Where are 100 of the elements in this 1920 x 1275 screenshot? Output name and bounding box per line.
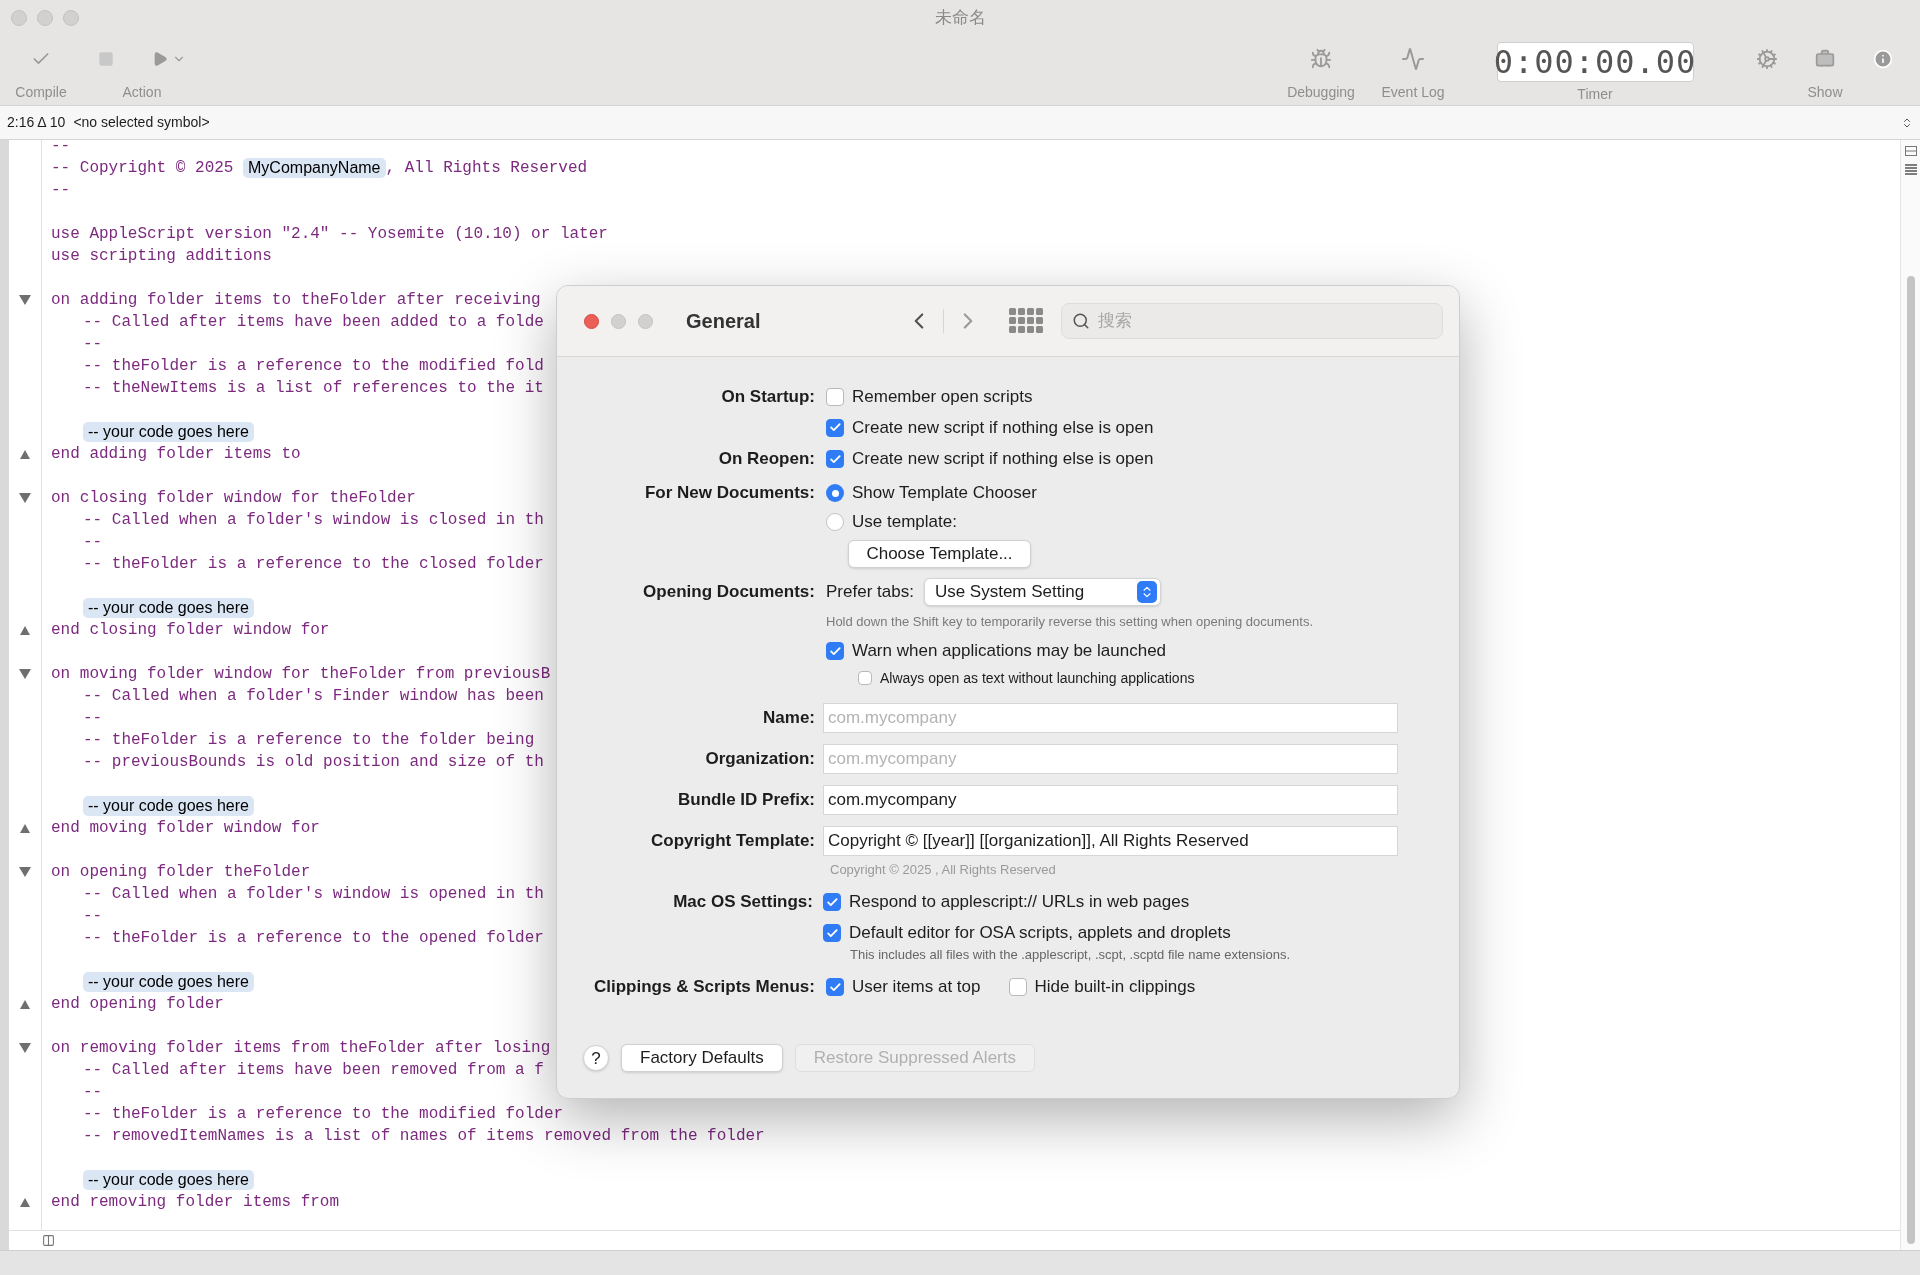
code-text: -- Called when a folder's window is opened in th [83, 884, 544, 905]
code-text: on removing folder items from theFolder after losing [51, 1038, 551, 1059]
code-text: end closing folder window for [51, 620, 330, 641]
code-text: on adding folder items to theFolder after receiving [51, 290, 541, 311]
copyright-preview: Copyright © 2025 , All Rights Reserved [830, 861, 1056, 880]
code-text: on opening folder theFolder [51, 862, 311, 883]
hint-text: Hold down the Shift key to temporarily reverse this setting when opening documents. [826, 613, 1314, 632]
gears-icon[interactable] [1756, 48, 1778, 70]
checkbox[interactable] [858, 671, 872, 685]
checkmark-icon [828, 452, 842, 466]
setting-label: Mac OS Settings: [673, 891, 813, 914]
fold-triangle-icon[interactable] [20, 999, 30, 1009]
bug-icon[interactable] [1310, 48, 1332, 70]
cursor-position: 2:16 Δ 10 [7, 113, 66, 132]
scrollbar-thumb[interactable] [1906, 276, 1915, 1244]
placeholder-token[interactable]: -- your code goes here [83, 972, 254, 992]
code-text: use scripting additions [51, 246, 272, 267]
code-text: -- theFolder is a reference to the modified fold [83, 356, 544, 377]
checkbox-label: Create new script if nothing else is open [852, 416, 1154, 439]
checkbox-label: Remember open scripts [852, 385, 1033, 408]
toolbar-label: Action [122, 83, 162, 102]
search-input[interactable]: 搜索 [1098, 308, 1432, 334]
fold-triangle-icon[interactable] [19, 669, 31, 679]
list-icon[interactable] [1904, 164, 1917, 176]
text-field[interactable]: com.mycompany [823, 702, 1398, 733]
fold-triangle-icon[interactable] [19, 1043, 31, 1053]
placeholder-token[interactable]: -- your code goes here [83, 598, 254, 618]
placeholder-token[interactable]: -- your code goes here [83, 1170, 254, 1190]
toolbar-label: Debugging [1287, 83, 1355, 102]
text-field[interactable]: com.mycompany [823, 743, 1398, 774]
window-title: 未命名 [934, 7, 986, 30]
code-text: -- theFolder is a reference to the opened folder [83, 928, 544, 949]
fold-triangle-icon[interactable] [20, 823, 30, 833]
toolbar-label: Timer [1577, 85, 1613, 104]
field-label: Organization: [705, 747, 815, 770]
field-label: Bundle ID Prefix: [678, 788, 815, 811]
code-text: use AppleScript version "2.4" -- Yosemite (10.10) or later [51, 224, 608, 245]
symbol-menu[interactable]: <no selected symbol> [73, 112, 210, 133]
placeholder-token[interactable]: -- your code goes here [83, 796, 254, 816]
checkbox[interactable] [826, 418, 844, 437]
checkbox[interactable] [1008, 978, 1027, 996]
grid-icon[interactable] [1009, 308, 1043, 334]
checkbox-label: Default editor for OSA scripts, applets and droplets [849, 922, 1231, 945]
checkbox[interactable] [826, 978, 844, 996]
code-text: -- previousBounds is old position and size of th [83, 752, 544, 773]
briefcase-icon[interactable] [1815, 49, 1835, 69]
code-text: end removing folder items from [51, 1192, 340, 1213]
fold-triangle-icon[interactable] [19, 493, 31, 503]
split-view-icon[interactable] [42, 1234, 55, 1247]
code-text: -- [51, 140, 71, 157]
placeholder-token[interactable]: MyCompanyName [243, 158, 386, 178]
toolbar-label: Compile [15, 83, 67, 102]
fold-triangle-icon[interactable] [20, 625, 30, 635]
note-text: This includes all files with the .applescript, .scpt, .scptd file name extensions. [850, 946, 1291, 965]
placeholder-token[interactable]: -- your code goes here [83, 422, 254, 442]
setting-label: On Reopen: [718, 448, 815, 471]
checkmark-icon [828, 644, 842, 658]
code-text: -- theFolder is a reference to the closed folder [83, 554, 544, 575]
info-icon[interactable] [1873, 49, 1893, 69]
fold-triangle-icon[interactable] [20, 449, 30, 459]
code-text: -- Called after items have been removed from a f [83, 1060, 544, 1081]
split-icon[interactable] [1904, 146, 1917, 156]
radio-label: Use template: [852, 511, 957, 534]
waveform-icon[interactable] [1401, 47, 1425, 71]
code-text: -- theNewItems is a list of references to the it [83, 378, 544, 399]
checkmark-icon [828, 421, 842, 434]
field-label: Copyright Template: [650, 829, 815, 852]
footer-button[interactable]: Factory Defaults [621, 1044, 783, 1072]
search-field[interactable]: 搜索 [1061, 303, 1443, 339]
code-text: -- Copyright © 2025 [51, 158, 235, 179]
setting-label: Opening Documents: [643, 581, 815, 604]
field-label: Name: [763, 706, 815, 729]
fold-triangle-icon[interactable] [20, 1197, 30, 1207]
checkbox[interactable] [823, 893, 841, 911]
choose-template-button[interactable]: Choose Template... [848, 540, 1031, 568]
checkbox[interactable] [826, 450, 844, 468]
checkbox[interactable] [823, 924, 841, 942]
play-icon[interactable] [152, 51, 168, 67]
close-button[interactable] [584, 313, 599, 329]
checkmark-icon [825, 926, 839, 940]
text-field[interactable]: com.mycompany [823, 784, 1398, 815]
prefer-tabs-select[interactable]: Use System Setting [923, 578, 1161, 606]
checkbox-label: User items at top [852, 976, 981, 999]
fold-triangle-icon[interactable] [19, 867, 31, 877]
checkbox-label: Warn when applications may be launched [852, 640, 1167, 663]
checkbox-label: Always open as text without launching applications [880, 668, 1195, 688]
fold-triangle-icon[interactable] [19, 295, 31, 305]
search-icon [1072, 312, 1090, 330]
help-button[interactable]: ? [583, 1045, 609, 1071]
checkbox[interactable] [826, 642, 844, 660]
checkbox[interactable] [826, 387, 844, 406]
radio-button[interactable] [826, 484, 844, 502]
code-text: -- Called when a folder's Finder window has been [83, 686, 544, 707]
radio-button[interactable] [826, 513, 844, 531]
setting-label: Clippings & Scripts Menus: [593, 976, 815, 999]
code-text: -- theFolder is a reference to the folder being [83, 730, 535, 751]
code-text: -- [83, 532, 103, 553]
code-text: , All Rights Reserved [385, 158, 588, 179]
stepper-icon[interactable] [1901, 116, 1913, 129]
text-field[interactable]: Copyright © [[year]] [[organization]], All Rights Reserved [823, 825, 1398, 856]
